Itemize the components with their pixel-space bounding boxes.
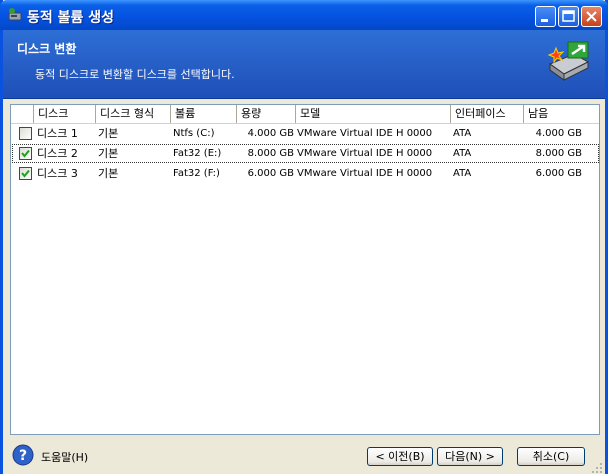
help-link[interactable]: 도움말(H) [41,449,88,465]
disk-interface: ATA [453,148,472,159]
disk-checkbox[interactable] [19,147,32,160]
column-disk[interactable]: 디스크 [33,105,95,123]
cancel-button[interactable]: 취소(C) [517,447,585,466]
column-disk-type[interactable]: 디스크 형식 [95,105,170,123]
checkmark-icon [21,169,30,178]
column-free[interactable]: 남음 [523,105,599,123]
disk-volume: Fat32 (F:) [173,168,220,179]
wizard-footer: ? 도움말(H) < 이전(B) 다음(N) > 취소(C) [3,438,605,474]
disk-type: 기본 [98,167,119,180]
help-icon[interactable]: ? [12,444,34,466]
disk-checkbox[interactable] [19,127,32,140]
disk-free: 4.000 GB [535,128,582,139]
svg-text:?: ? [19,448,27,464]
back-button[interactable]: < 이전(B) [367,447,433,466]
maximize-button[interactable] [558,6,579,27]
disk-model: VMware Virtual IDE H 0000 [297,148,433,159]
minimize-icon [541,19,548,22]
close-button[interactable] [581,6,602,27]
table-row[interactable]: 디스크 1 기본 Ntfs (C:) 4.000 GB VMware Virtu… [12,124,599,143]
checkmark-icon [21,149,30,158]
disk-list[interactable]: 디스크 디스크 형식 볼륨 용량 모델 인터페이스 남음 디스크 1 기본 Nt… [10,104,600,435]
disk-name: 디스크 3 [37,167,78,180]
disk-type: 기본 [98,127,119,140]
wizard-header: 디스크 변환 동적 디스크로 변환할 디스크를 선택합니다. [3,30,605,99]
column-interface[interactable]: 인터페이스 [450,105,523,123]
table-row[interactable]: 디스크 2 기본 Fat32 (E:) 8.000 GB VMware Virt… [12,144,599,163]
table-header: 디스크 디스크 형식 볼륨 용량 모델 인터페이스 남음 [11,105,599,124]
disk-free: 6.000 GB [535,168,582,179]
header-title: 디스크 변환 [17,42,77,56]
close-icon [586,11,597,22]
dialog-window: 동적 볼륨 생성 디스크 변환 동적 디스크로 변환할 디스크를 선택합니다. … [0,0,608,474]
disk-interface: ATA [453,168,472,179]
disk-model: VMware Virtual IDE H 0000 [297,128,433,139]
disk-volume: Fat32 (E:) [173,148,222,159]
disk-model: VMware Virtual IDE H 0000 [297,168,433,179]
disk-volume: Ntfs (C:) [173,128,215,139]
resize-grip-icon[interactable] [591,462,603,474]
disk-free: 8.000 GB [535,148,582,159]
disk-type: 기본 [98,147,119,160]
disk-conversion-icon [547,41,590,81]
maximize-icon [562,10,575,22]
disk-app-icon [8,8,22,21]
disk-capacity: 6.000 GB [247,168,294,179]
disk-interface: ATA [453,128,472,139]
disk-checkbox[interactable] [19,167,32,180]
column-model[interactable]: 모델 [295,105,450,123]
disk-capacity: 8.000 GB [247,148,294,159]
disk-capacity: 4.000 GB [247,128,294,139]
disk-name: 디스크 2 [37,147,78,160]
header-description: 동적 디스크로 변환할 디스크를 선택합니다. [35,68,235,81]
next-button[interactable]: 다음(N) > [437,447,503,466]
disk-name: 디스크 1 [37,127,78,140]
title-bar[interactable]: 동적 볼륨 생성 [0,0,608,30]
minimize-button[interactable] [535,6,556,27]
window-title: 동적 볼륨 생성 [27,10,115,26]
column-capacity[interactable]: 용량 [236,105,295,123]
table-row[interactable]: 디스크 3 기본 Fat32 (F:) 6.000 GB VMware Virt… [12,164,599,183]
column-volume[interactable]: 볼륨 [170,105,236,123]
